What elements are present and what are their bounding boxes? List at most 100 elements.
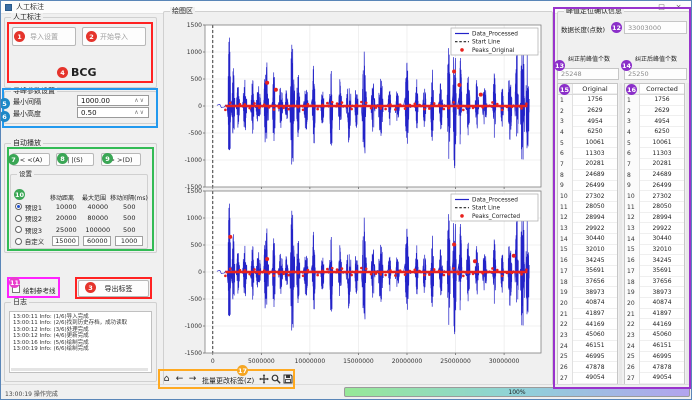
table-row[interactable]: 611303 bbox=[625, 148, 684, 159]
table-row[interactable]: 2345060 bbox=[625, 330, 684, 341]
plot-canvas[interactable]: -1500-1000-500050010001500Data_Processed… bbox=[167, 17, 549, 367]
min-interval-spinbox[interactable]: 1000.00 ∧∨ bbox=[77, 95, 149, 106]
table-row[interactable]: 1027302 bbox=[625, 191, 684, 202]
status-bar: 13:00:19 操作完成 100% bbox=[1, 384, 691, 399]
table-row[interactable]: 824689 bbox=[625, 170, 684, 181]
preset-input[interactable]: 15000 bbox=[52, 236, 80, 246]
corrected-table-scrollbar[interactable] bbox=[686, 83, 689, 384]
callout-badge-7: 7 bbox=[8, 154, 19, 165]
table-row[interactable]: 1735691 bbox=[625, 266, 684, 277]
table-row[interactable]: 2446151 bbox=[558, 341, 617, 352]
callout-badge-13: 13 bbox=[554, 60, 565, 71]
radio-button[interactable] bbox=[15, 215, 22, 222]
table-row[interactable]: 34954 bbox=[558, 116, 617, 127]
spinner-arrows-icon[interactable]: ∧∨ bbox=[134, 97, 145, 104]
table-row[interactable]: 1634245 bbox=[625, 255, 684, 266]
table-row[interactable]: 2244169 bbox=[625, 319, 684, 330]
log-list[interactable]: 13:00:11 Info: (1/6)导入完成13:00:11 Info: (… bbox=[9, 311, 152, 373]
app-window: 人工标注 — □ × 人工标注 导入设置 开始导入 BCG 寻峰参数设置 最小间… bbox=[0, 0, 692, 400]
peak-confirm-title: 峰值定位确认信息 bbox=[564, 7, 624, 16]
table-row[interactable]: 1329922 bbox=[558, 223, 617, 234]
table-row[interactable]: 1128050 bbox=[558, 202, 617, 213]
table-row[interactable]: 1735691 bbox=[558, 266, 617, 277]
callout-badge-1: 1 bbox=[14, 31, 25, 42]
min-interval-label: 最小间隔 bbox=[13, 97, 41, 107]
table-row[interactable]: 2040874 bbox=[625, 298, 684, 309]
table-row[interactable]: 1837656 bbox=[558, 277, 617, 288]
table-row[interactable]: 46250 bbox=[558, 127, 617, 138]
preset-value: 80000 bbox=[82, 214, 114, 222]
preset-row[interactable]: 预设11000040000500 bbox=[13, 201, 145, 213]
table-row[interactable]: 2040874 bbox=[558, 298, 617, 309]
preset-row[interactable]: 预设325000100000500 bbox=[13, 224, 145, 236]
progress-value: 100% bbox=[508, 389, 525, 396]
table-row[interactable]: 2749054 bbox=[558, 373, 617, 384]
callout-badge-17: 17 bbox=[237, 365, 248, 376]
svg-text:Data_Processed: Data_Processed bbox=[472, 198, 518, 204]
table-row[interactable]: 22629 bbox=[558, 106, 617, 117]
table-row[interactable]: 926499 bbox=[625, 181, 684, 192]
before-count-value: 25248 bbox=[561, 70, 582, 78]
table-row[interactable]: 1938973 bbox=[558, 287, 617, 298]
callout-badge-14: 14 bbox=[621, 60, 632, 71]
preset-value: 25000 bbox=[51, 226, 83, 234]
min-height-spinbox[interactable]: 0.50 ∧∨ bbox=[77, 107, 149, 118]
table-row[interactable]: 720281 bbox=[625, 159, 684, 170]
table-row[interactable]: 2141897 bbox=[558, 309, 617, 320]
original-peaks-table[interactable]: Original 1175622629349544625051006161130… bbox=[557, 83, 618, 384]
preset-row[interactable]: 自定义15000600001000 bbox=[13, 236, 145, 248]
svg-text:1500: 1500 bbox=[187, 188, 202, 195]
svg-text:Peaks_Corrected: Peaks_Corrected bbox=[472, 214, 520, 220]
table-row[interactable]: 2647878 bbox=[558, 362, 617, 373]
radio-button[interactable] bbox=[15, 226, 22, 233]
preset-input[interactable]: 1000 bbox=[115, 236, 143, 246]
svg-text:Start Line: Start Line bbox=[472, 40, 501, 46]
table-row[interactable]: 1938973 bbox=[625, 287, 684, 298]
table-row[interactable]: 2446151 bbox=[625, 341, 684, 352]
table-row[interactable]: 1128050 bbox=[625, 202, 684, 213]
radio-button[interactable] bbox=[15, 238, 22, 245]
table-row[interactable]: 2749054 bbox=[625, 373, 684, 384]
radio-button[interactable] bbox=[15, 203, 22, 210]
log-scrollbar[interactable] bbox=[11, 368, 148, 371]
table-row[interactable]: 2647878 bbox=[625, 362, 684, 373]
svg-text:10000000: 10000000 bbox=[295, 358, 326, 365]
table-row[interactable]: 510061 bbox=[558, 138, 617, 149]
min-height-value: 0.50 bbox=[81, 109, 97, 117]
table-row[interactable]: 2244169 bbox=[558, 319, 617, 330]
original-table-scrollbar[interactable] bbox=[619, 83, 622, 384]
table-row[interactable]: 1430440 bbox=[625, 234, 684, 245]
table-row[interactable]: 2546995 bbox=[558, 352, 617, 363]
table-row[interactable]: 11756 bbox=[558, 95, 617, 106]
table-row[interactable]: 22629 bbox=[625, 106, 684, 117]
table-row[interactable]: 2546995 bbox=[625, 352, 684, 363]
table-row[interactable]: 1837656 bbox=[625, 277, 684, 288]
after-count-field[interactable]: 25250 bbox=[624, 68, 687, 80]
table-row[interactable]: 1532010 bbox=[558, 245, 617, 256]
table-row[interactable]: 720281 bbox=[558, 159, 617, 170]
table-row[interactable]: 510061 bbox=[625, 138, 684, 149]
table-row[interactable]: 2345060 bbox=[558, 330, 617, 341]
table-row[interactable]: 1228994 bbox=[558, 213, 617, 224]
table-row[interactable]: 1532010 bbox=[625, 245, 684, 256]
table-row[interactable]: 46250 bbox=[625, 127, 684, 138]
table-row[interactable]: 1329922 bbox=[625, 223, 684, 234]
table-row[interactable]: 34954 bbox=[625, 116, 684, 127]
before-count-field[interactable]: 25248 bbox=[557, 68, 619, 80]
preset-row[interactable]: 预设22000080000500 bbox=[13, 213, 145, 225]
table-row[interactable]: 1027302 bbox=[558, 191, 617, 202]
callout-badge-4: 4 bbox=[57, 67, 68, 78]
corrected-peaks-table[interactable]: Corrected 117562262934954462505100616113… bbox=[624, 83, 685, 384]
data-length-field[interactable]: 33003000 bbox=[624, 21, 687, 34]
svg-text:Start Line: Start Line bbox=[472, 206, 501, 212]
table-row[interactable]: 1228994 bbox=[625, 213, 684, 224]
table-row[interactable]: 11756 bbox=[625, 95, 684, 106]
table-row[interactable]: 1430440 bbox=[558, 234, 617, 245]
table-row[interactable]: 824689 bbox=[558, 170, 617, 181]
table-row[interactable]: 2141897 bbox=[625, 309, 684, 320]
table-row[interactable]: 611303 bbox=[558, 148, 617, 159]
spinner-arrows-icon[interactable]: ∧∨ bbox=[134, 109, 145, 116]
table-row[interactable]: 926499 bbox=[558, 181, 617, 192]
preset-input[interactable]: 60000 bbox=[83, 236, 111, 246]
table-row[interactable]: 1634245 bbox=[558, 255, 617, 266]
